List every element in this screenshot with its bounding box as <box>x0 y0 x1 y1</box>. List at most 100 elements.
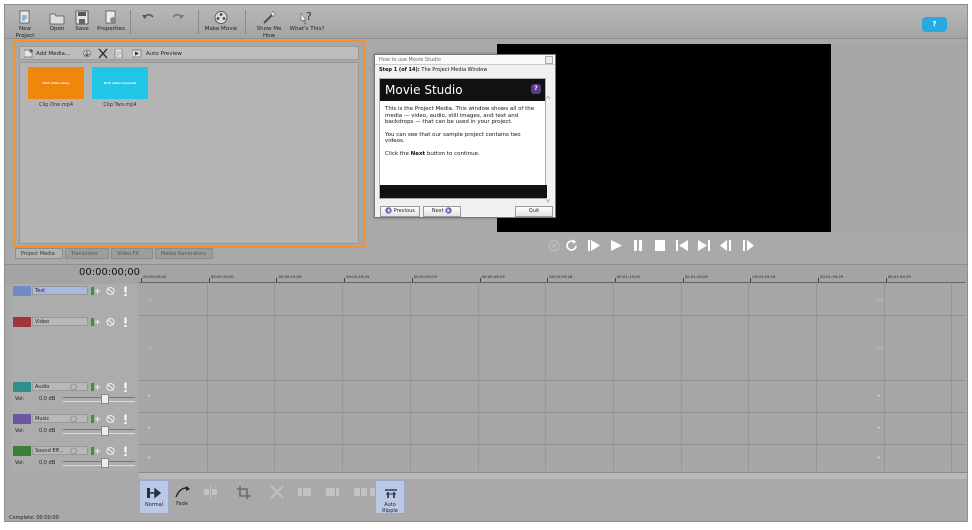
fade-button[interactable]: Fade <box>167 480 197 514</box>
next-button[interactable]: Next <box>423 206 461 217</box>
volume-slider[interactable] <box>63 394 135 404</box>
tab-video-fx[interactable]: Video FX <box>111 248 153 259</box>
fade-icon <box>175 486 190 498</box>
normal-button[interactable]: Normal <box>139 480 169 514</box>
delete-icon <box>270 485 284 499</box>
solo-icon[interactable] <box>121 446 130 456</box>
timeline-grid-line <box>816 284 817 471</box>
track-header[interactable]: Audio Vol: 0,0 dB <box>11 380 137 412</box>
track-header[interactable]: Text <box>11 284 137 315</box>
tab-transitions[interactable]: Transitions <box>65 248 109 259</box>
mute-icon[interactable] <box>106 414 115 424</box>
track-name[interactable]: Audio <box>32 382 88 391</box>
media-bin: first video story Clip One.mp4 first vid… <box>19 62 359 244</box>
new-project-button[interactable]: New Project <box>11 8 39 39</box>
audio-lane-icon: ◂ <box>147 424 151 431</box>
previous-button[interactable]: Previous <box>380 206 420 217</box>
folder-icon <box>49 13 65 25</box>
play-icon[interactable] <box>609 238 623 253</box>
media-properties-icon[interactable] <box>114 49 124 58</box>
redo-button[interactable] <box>167 8 189 38</box>
go-to-end-icon[interactable] <box>697 238 711 253</box>
tab-media-generators[interactable]: Media Generators <box>155 248 213 259</box>
mute-icon[interactable] <box>106 382 115 392</box>
crop-button[interactable] <box>229 480 259 514</box>
delete-button[interactable] <box>261 480 291 514</box>
track-name[interactable]: Music <box>32 414 88 423</box>
loop-icon[interactable] <box>565 238 579 253</box>
add-media-button[interactable]: Add Media... <box>36 49 70 59</box>
ruler-tick <box>750 278 752 282</box>
timeline-grid-line <box>545 284 547 471</box>
mute-icon[interactable] <box>106 286 115 296</box>
volume-slider-handle[interactable] <box>101 426 109 436</box>
play-from-start-icon[interactable] <box>587 238 601 253</box>
auto-ripple-button[interactable]: Auto Ripple <box>375 480 405 514</box>
dialog-scrollbar[interactable] <box>545 95 551 203</box>
pause-icon[interactable] <box>631 238 645 253</box>
record-icon[interactable] <box>547 238 561 253</box>
ruler-tick-label: 00:00:15;00 <box>210 274 234 279</box>
make-movie-button[interactable]: Make Movie <box>203 8 239 38</box>
track-fx-icon[interactable] <box>91 317 100 327</box>
dialog-close-button[interactable] <box>545 56 553 64</box>
track-fx-icon[interactable] <box>91 286 100 296</box>
tab-project-media[interactable]: Project Media <box>15 248 63 259</box>
media-clip[interactable]: first video story Clip One.mp4 <box>28 67 84 113</box>
volume-slider-handle[interactable] <box>101 458 109 468</box>
trim-start-button[interactable] <box>289 480 319 514</box>
track-name[interactable]: Video <box>32 317 88 326</box>
timeline-tracks[interactable]: ▭ ▭ ▭ ▭ ◂ ◂ ◂ ◂ ◂ ◂ <box>139 284 965 471</box>
track-name[interactable]: Sound Eff... <box>32 446 88 455</box>
record-arm-icon[interactable] <box>69 446 78 456</box>
get-media-icon[interactable] <box>82 49 92 58</box>
undo-button[interactable] <box>137 8 159 38</box>
show-me-how-button[interactable]: Show Me How <box>251 8 287 39</box>
dialog-title: How to use Movie Studio <box>375 55 555 65</box>
clip-name: Clip One.mp4 <box>38 102 74 108</box>
mute-icon[interactable] <box>106 317 115 327</box>
delete-icon[interactable] <box>98 48 108 59</box>
trim-end-button[interactable] <box>317 480 347 514</box>
media-clip[interactable]: first video moment Clip Two.mp4 <box>92 67 148 113</box>
auto-preview-toggle[interactable]: Auto Preview <box>146 49 182 59</box>
volume-slider-handle[interactable] <box>101 394 109 404</box>
whats-this-button[interactable]: ? What's This? <box>289 8 325 38</box>
properties-button[interactable]: Properties <box>95 8 127 38</box>
volume-slider[interactable] <box>63 426 135 436</box>
split-button[interactable] <box>195 480 225 514</box>
ruler-tick-label: 00:01:29;29 <box>752 274 776 279</box>
help-icon[interactable]: ? <box>531 84 541 94</box>
go-to-start-icon[interactable] <box>675 238 689 253</box>
track-color-swatch <box>13 286 31 296</box>
track-fx-icon[interactable] <box>91 414 100 424</box>
ruler-tick <box>208 278 210 282</box>
track-header[interactable]: Sound Eff... Vol: 0,0 dB <box>11 444 137 471</box>
track-fx-icon[interactable] <box>91 446 100 456</box>
track-header[interactable]: Music Vol: 0,0 dB <box>11 412 137 444</box>
stop-icon[interactable] <box>653 238 667 253</box>
solo-icon[interactable] <box>121 317 130 327</box>
record-arm-icon[interactable] <box>69 414 78 424</box>
timeline-scrollbar[interactable] <box>139 472 967 479</box>
solo-icon[interactable] <box>121 414 130 424</box>
solo-icon[interactable] <box>121 382 130 392</box>
next-frame-icon[interactable] <box>741 238 755 253</box>
track-name[interactable]: Text <box>32 286 88 295</box>
help-badge[interactable]: ? <box>922 17 947 32</box>
track-header[interactable]: Video <box>11 315 137 380</box>
volume-value: 0,0 dB <box>39 396 56 402</box>
save-button[interactable]: Save <box>71 8 93 38</box>
time-ruler[interactable]: 00:00:00;00 00:00:15;00 00:00:19;29 00:00:2… <box>139 267 965 283</box>
open-button[interactable]: Open <box>45 8 69 38</box>
ruler-tick <box>141 278 142 282</box>
edit-toolbar: Normal Fade Auto Ripple <box>139 480 411 514</box>
record-arm-icon[interactable] <box>69 382 78 392</box>
volume-slider[interactable] <box>63 458 135 468</box>
mute-icon[interactable] <box>106 446 115 456</box>
solo-icon[interactable] <box>121 286 130 296</box>
previous-frame-icon[interactable] <box>719 238 733 253</box>
quit-button[interactable]: Quit <box>515 206 553 217</box>
ruler-tick <box>818 278 819 282</box>
track-fx-icon[interactable] <box>91 382 100 392</box>
